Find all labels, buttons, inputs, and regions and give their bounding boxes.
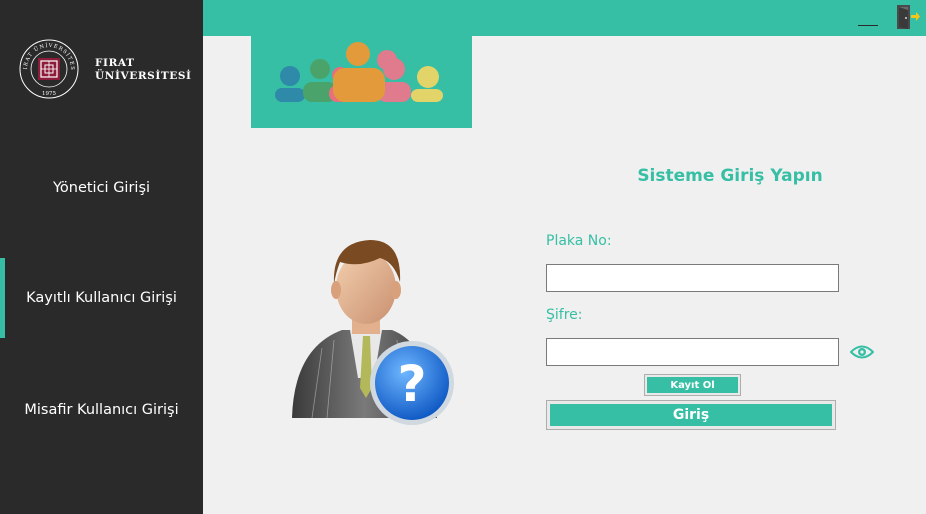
header-banner [251,36,472,128]
nav-registered-user-login[interactable]: Kayıtlı Kullanıcı Girişi [0,258,203,338]
university-seal-icon: FIRAT ÜNİVERSİTESİ 1975 [18,38,79,99]
minimize-icon[interactable] [857,8,879,28]
sidebar: FIRAT ÜNİVERSİTESİ 1975 FIRAT ÜNİVERSİTE… [0,0,203,514]
user-help-illustration: ? [292,240,454,425]
svg-text:?: ? [397,355,426,413]
nav-admin-login[interactable]: Yönetici Girişi [0,148,203,228]
eye-icon[interactable] [850,343,874,361]
university-logo: FIRAT ÜNİVERSİTESİ 1975 FIRAT ÜNİVERSİTE… [18,38,198,102]
university-name: FIRAT ÜNİVERSİTESİ [95,57,192,83]
password-input[interactable] [546,338,839,366]
user-group-icon [275,42,443,102]
title-bar [203,0,926,36]
nav-guest-login[interactable]: Misafir Kullanıcı Girişi [0,370,203,450]
login-button[interactable]: Giriş [546,400,836,430]
register-button[interactable]: Kayıt Ol [644,374,741,396]
login-button-label: Giriş [550,404,832,426]
plate-number-label: Plaka No: [546,233,612,249]
form-title: Sisteme Giriş Yapın [637,166,823,186]
university-name-line2: ÜNİVERSİTESİ [95,70,192,82]
university-name-line1: FIRAT [95,57,135,69]
register-button-label: Kayıt Ol [647,377,738,393]
svg-text:1975: 1975 [42,91,56,97]
password-label: Şifre: [546,307,583,323]
plate-number-input[interactable] [546,264,839,292]
exit-door-icon[interactable] [896,4,920,30]
